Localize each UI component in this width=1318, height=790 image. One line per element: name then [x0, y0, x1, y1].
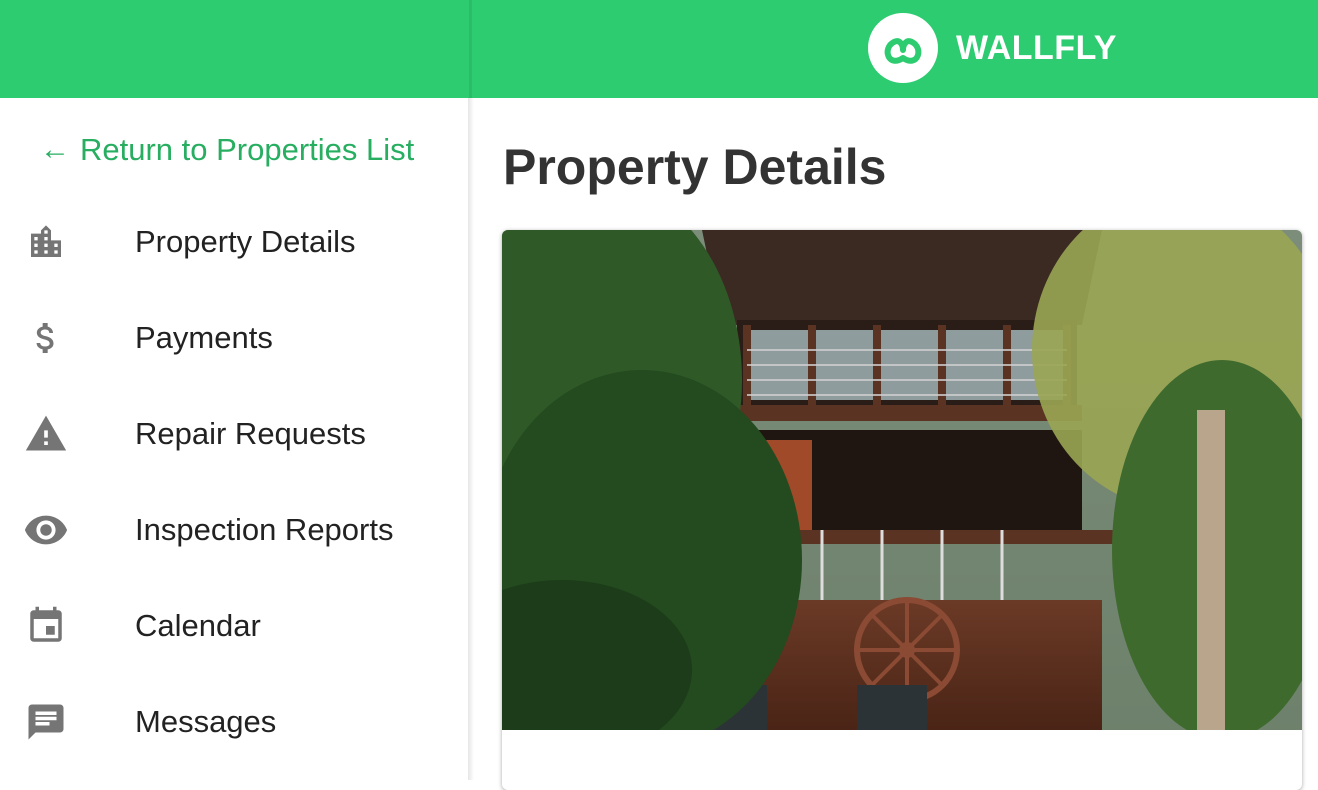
- sidebar-item-property-details[interactable]: Property Details: [0, 207, 470, 277]
- sidebar: ← Return to Properties List Property Det…: [0, 98, 470, 780]
- sidebar-item-label: Repair Requests: [135, 416, 366, 451]
- sidebar-item-label: Messages: [135, 704, 277, 739]
- top-bar-divider: [469, 0, 472, 98]
- sidebar-item-payments[interactable]: Payments: [0, 303, 470, 373]
- sidebar-item-inspection-reports[interactable]: Inspection Reports: [0, 495, 470, 565]
- sidebar-item-label: Payments: [135, 320, 273, 355]
- warning-icon: [22, 410, 70, 458]
- calendar-icon: [22, 602, 70, 650]
- brand[interactable]: WALLFLY: [868, 13, 1117, 83]
- property-card[interactable]: [502, 230, 1302, 790]
- wallfly-logo-icon: [868, 13, 938, 83]
- sidebar-item-messages[interactable]: Messages: [0, 687, 470, 757]
- sidebar-item-label: Calendar: [135, 608, 261, 643]
- property-photo: [502, 230, 1302, 730]
- message-icon: [22, 698, 70, 746]
- sidebar-item-repair-requests[interactable]: Repair Requests: [0, 399, 470, 469]
- brand-name: WALLFLY: [956, 28, 1117, 67]
- sidebar-item-label: Inspection Reports: [135, 512, 394, 547]
- building-icon: [22, 218, 70, 266]
- return-link-label: Return to Properties List: [80, 132, 415, 167]
- top-bar: WALLFLY: [0, 0, 1318, 98]
- sidebar-item-calendar[interactable]: Calendar: [0, 591, 470, 661]
- sidebar-shadow: [468, 98, 474, 780]
- return-to-properties-link[interactable]: ← Return to Properties List: [40, 132, 414, 168]
- sidebar-item-label: Property Details: [135, 224, 356, 259]
- page-title: Property Details: [503, 139, 887, 195]
- eye-icon: [22, 506, 70, 554]
- dollar-icon: [22, 314, 70, 362]
- arrow-left-icon: ←: [40, 133, 70, 166]
- top-bar-left: [0, 0, 470, 98]
